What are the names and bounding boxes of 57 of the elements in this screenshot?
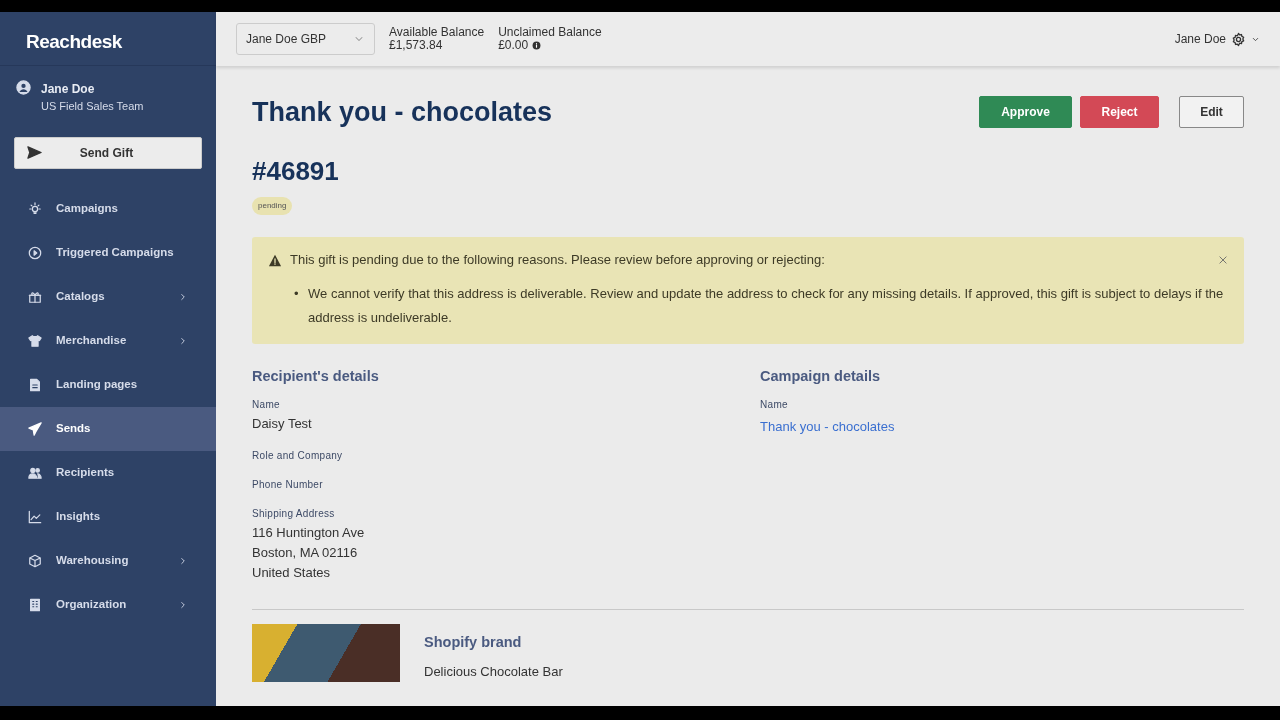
alert-message: This gift is pending due to the following reasons. Please review before approving or rejecting:: [290, 251, 826, 270]
field-label: Name: [760, 398, 789, 413]
paper-plane-icon: [28, 421, 42, 436]
people-icon: [28, 465, 42, 480]
alert-reason: We cannot verify that this address is deliverable. Review and update the address to check for any missing details. If approved, this gift is subject to delays if the address is undeliverable.: [308, 284, 1225, 327]
account-select[interactable]: Jane Doe GBP: [236, 23, 375, 55]
sidebar-item[interactable]: Triggered Campaigns: [0, 230, 216, 275]
field-value: 116 Huntington Ave: [252, 524, 366, 543]
team-name: US Field Sales Team: [41, 99, 144, 114]
line-chart-icon: [28, 509, 42, 524]
field-label: Name: [252, 398, 281, 413]
sidebar-item[interactable]: Campaigns: [0, 186, 216, 231]
reject-button[interactable]: Reject: [1080, 96, 1159, 128]
approve-button[interactable]: Approve: [979, 96, 1072, 128]
box-icon: [28, 553, 42, 568]
balance-value: £1,573.84: [389, 39, 443, 52]
warning-icon: [268, 253, 282, 267]
sidebar-item[interactable]: Organization: [0, 582, 216, 627]
sidebar-item[interactable]: Recipients: [0, 450, 216, 495]
bulb-icon: [28, 201, 42, 216]
document-icon: [28, 377, 42, 392]
section-heading: Recipient's details: [252, 367, 380, 386]
field-label: Role and Company: [252, 449, 344, 464]
brand-name: Shopify brand: [424, 633, 523, 653]
field-label: Phone Number: [252, 478, 324, 493]
balance-value: £0.00: [498, 39, 529, 52]
paper-plane-icon: [27, 145, 42, 160]
edit-button[interactable]: Edit: [1179, 96, 1244, 128]
field-value: United States: [252, 564, 332, 583]
field-value: Daisy Test: [252, 415, 313, 434]
field-label: Shipping Address: [252, 507, 336, 522]
sidebar-item[interactable]: Landing pages: [0, 362, 216, 407]
play-circle-icon: [28, 245, 42, 260]
order-number: #46891: [252, 155, 340, 189]
page-title: Thank you - chocolates: [252, 96, 554, 129]
sidebar-item[interactable]: Merchandise: [0, 318, 216, 363]
sidebar-item[interactable]: Catalogs: [0, 274, 216, 319]
campaign-link[interactable]: Thank you - chocolates: [760, 419, 895, 435]
close-icon: [1218, 255, 1228, 266]
bullet: •: [294, 284, 300, 303]
settings-icon: [1231, 31, 1246, 47]
gift-icon: [28, 289, 42, 304]
field-value: Boston, MA 02116: [252, 544, 359, 563]
balance-label: Unclaimed Balance: [498, 26, 602, 39]
send-gift-button[interactable]: Send Gift: [14, 136, 202, 169]
user-circle-icon: [16, 80, 31, 95]
user-name: Jane Doe: [41, 81, 96, 98]
user-menu[interactable]: Jane Doe: [1174, 30, 1226, 48]
status-tag: pending: [252, 197, 293, 216]
building-icon: [28, 597, 42, 612]
sidebar-item[interactable]: Insights: [0, 494, 216, 539]
sidebar-item[interactable]: Warehousing: [0, 538, 216, 583]
sidebar-item[interactable]: Sends: [0, 406, 216, 451]
tshirt-icon: [28, 333, 42, 348]
section-heading: Campaign details: [760, 367, 882, 386]
balance-label: Available Balance: [389, 26, 485, 39]
product-name: Delicious Chocolate Bar: [424, 663, 563, 682]
